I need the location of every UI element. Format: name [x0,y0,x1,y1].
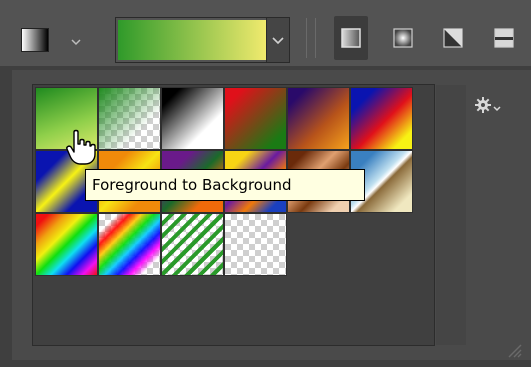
gradient-picker-preview[interactable] [118,20,266,60]
linear-gradient-icon [341,28,361,48]
gradient-preview-small[interactable] [21,28,49,52]
resize-grip-icon[interactable] [505,341,523,359]
options-bar [0,0,531,66]
tooltip: Foreground to Background [85,169,365,201]
gear-icon[interactable] [474,95,502,115]
preset-swatch[interactable] [224,87,287,150]
chevron-down-icon[interactable] [70,36,82,48]
radial-gradient-icon [393,28,413,48]
gradient-presets-panel [12,70,531,360]
angle-gradient-icon [443,28,463,48]
pointer-hand-icon [66,129,96,165]
preset-list [32,84,466,346]
reflected-gradient-icon [494,28,514,48]
preset-swatch[interactable] [350,87,413,150]
toolbar-divider [315,18,316,58]
scrollbar-track[interactable] [436,85,466,345]
preset-swatch[interactable] [287,87,350,150]
gradient-picker[interactable] [115,17,290,63]
chevron-down-icon [272,37,284,45]
linear-gradient-button[interactable] [334,16,368,60]
preset-swatch[interactable] [161,87,224,150]
preset-swatch[interactable] [161,213,224,276]
angle-gradient-button[interactable] [436,16,470,60]
radial-gradient-button[interactable] [386,16,420,60]
gradient-picker-dropdown[interactable] [266,18,289,62]
reflected-gradient-button[interactable] [487,16,521,60]
preset-swatch[interactable] [98,213,161,276]
preset-swatch[interactable] [35,213,98,276]
preset-swatch[interactable] [224,213,287,276]
toolbar-divider [306,18,307,58]
preset-swatch[interactable] [98,87,161,150]
